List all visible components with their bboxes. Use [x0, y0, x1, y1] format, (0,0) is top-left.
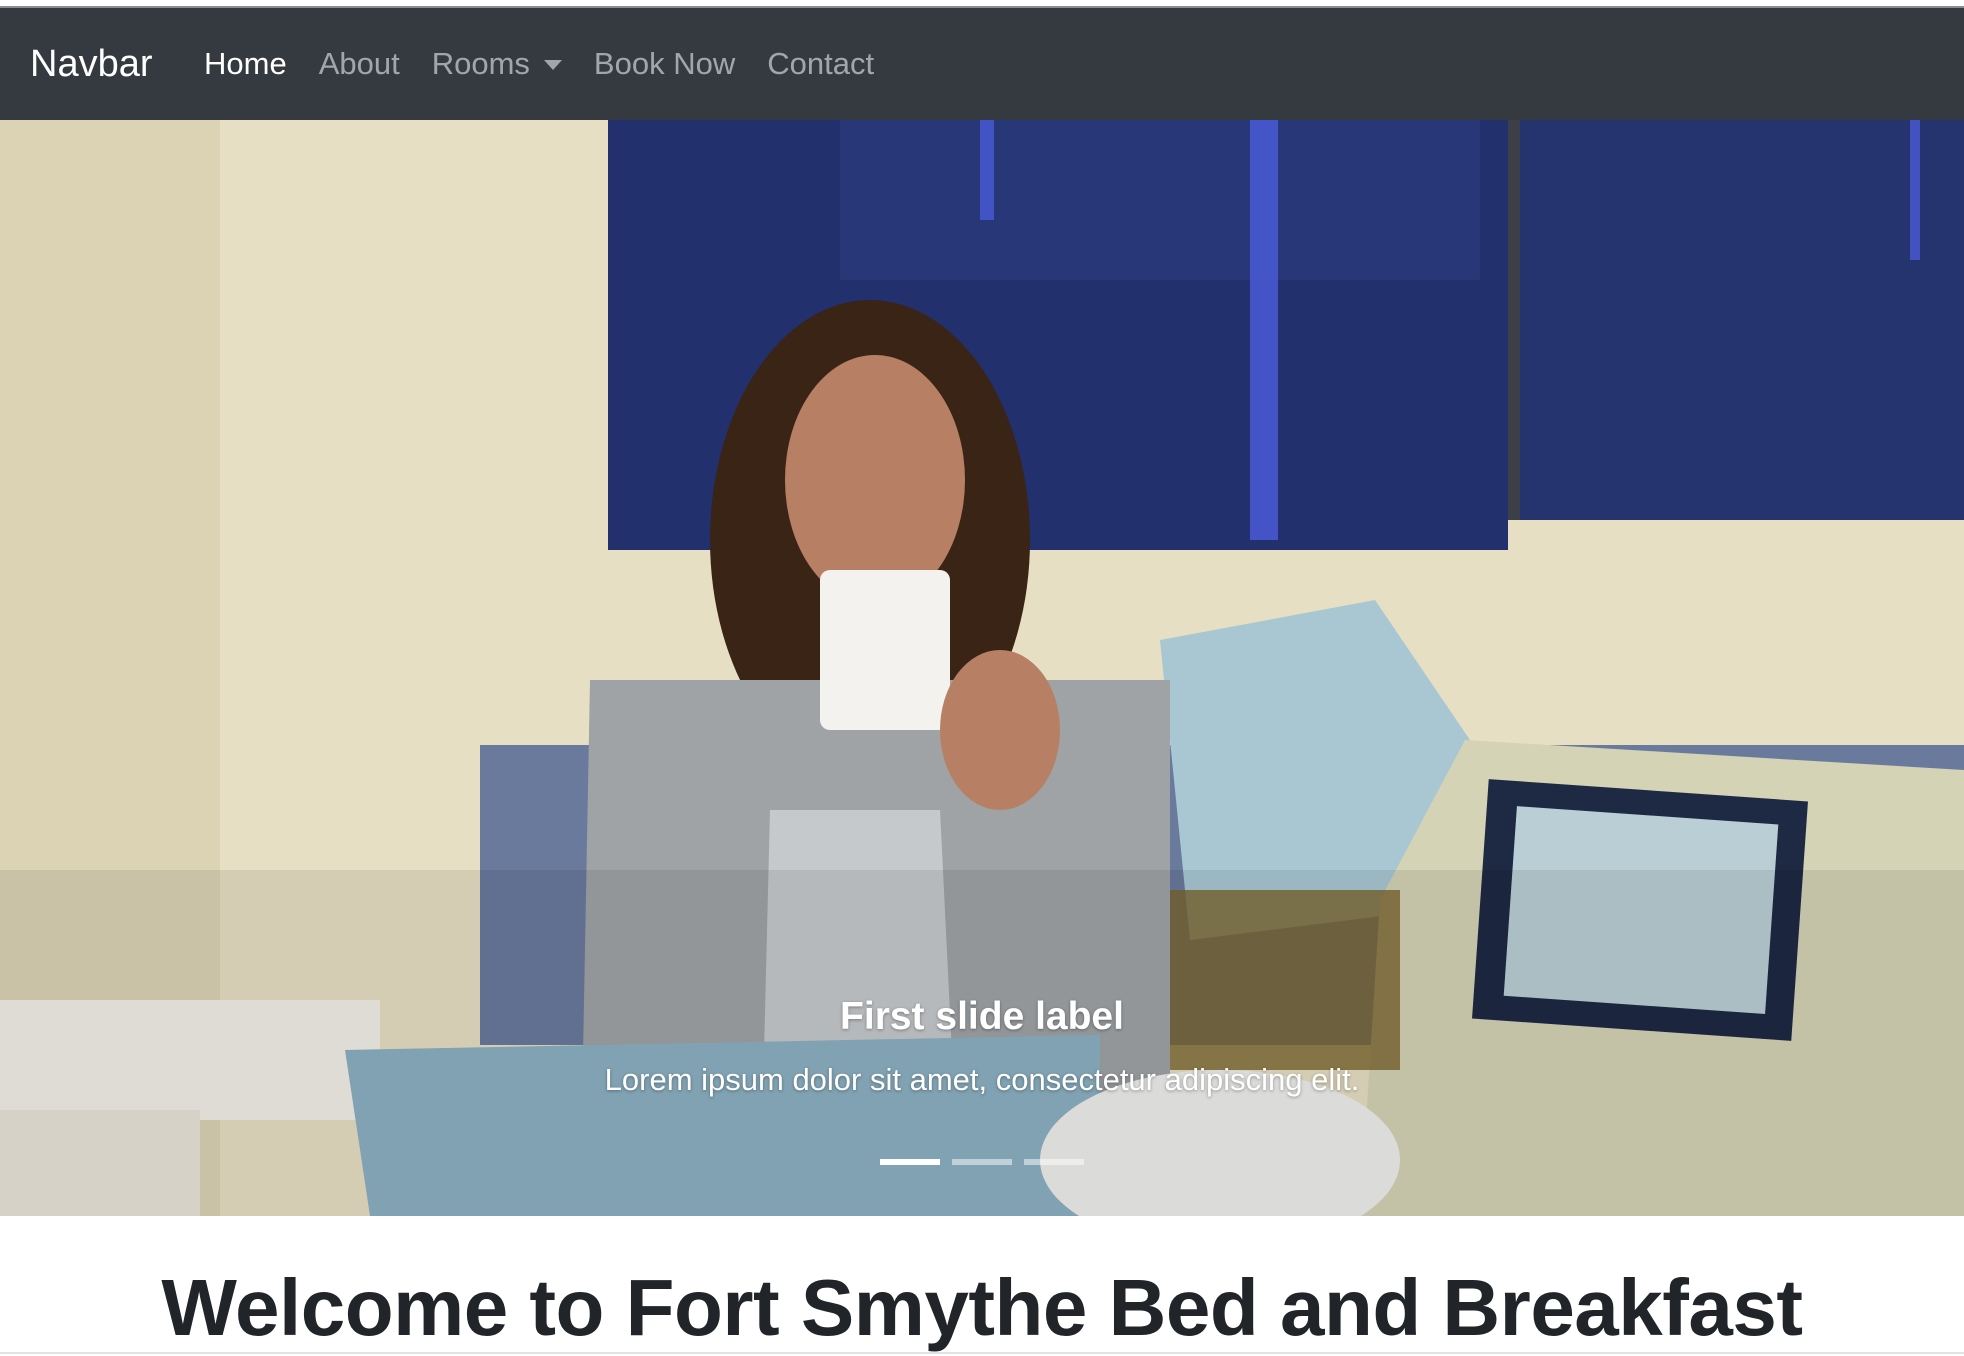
navbar: Navbar Home About Rooms Book Now Contact	[0, 8, 1964, 120]
carousel-caption-text: Lorem ipsum dolor sit amet, consectetur …	[604, 1062, 1360, 1097]
caret-down-icon	[543, 60, 562, 70]
navbar-brand[interactable]: Navbar	[30, 8, 153, 120]
page-heading: Welcome to Fort Smythe Bed and Breakfast	[161, 1263, 1803, 1352]
carousel-caption-title: First slide label	[840, 995, 1124, 1038]
carousel-indicator-1[interactable]	[880, 1159, 940, 1165]
nav-contact-link[interactable]: Contact	[767, 46, 874, 82]
carousel-indicator-2[interactable]	[952, 1159, 1012, 1165]
hero-carousel[interactable]: First slide label Lorem ipsum dolor sit …	[0, 120, 1964, 1216]
nav-rooms-dropdown[interactable]: Rooms	[432, 46, 562, 82]
carousel-indicator-3[interactable]	[1024, 1159, 1084, 1165]
nav-links: Home About Rooms Book Now Contact	[204, 8, 906, 120]
nav-home-link[interactable]: Home	[204, 46, 287, 82]
browser-top-line	[0, 0, 1964, 8]
nav-rooms-label: Rooms	[431, 46, 530, 81]
hero-image	[0, 120, 1964, 1216]
carousel-indicators	[0, 1159, 1964, 1165]
divider	[0, 1352, 1964, 1354]
nav-book-now-link[interactable]: Book Now	[594, 46, 735, 82]
nav-about-link[interactable]: About	[319, 46, 400, 82]
